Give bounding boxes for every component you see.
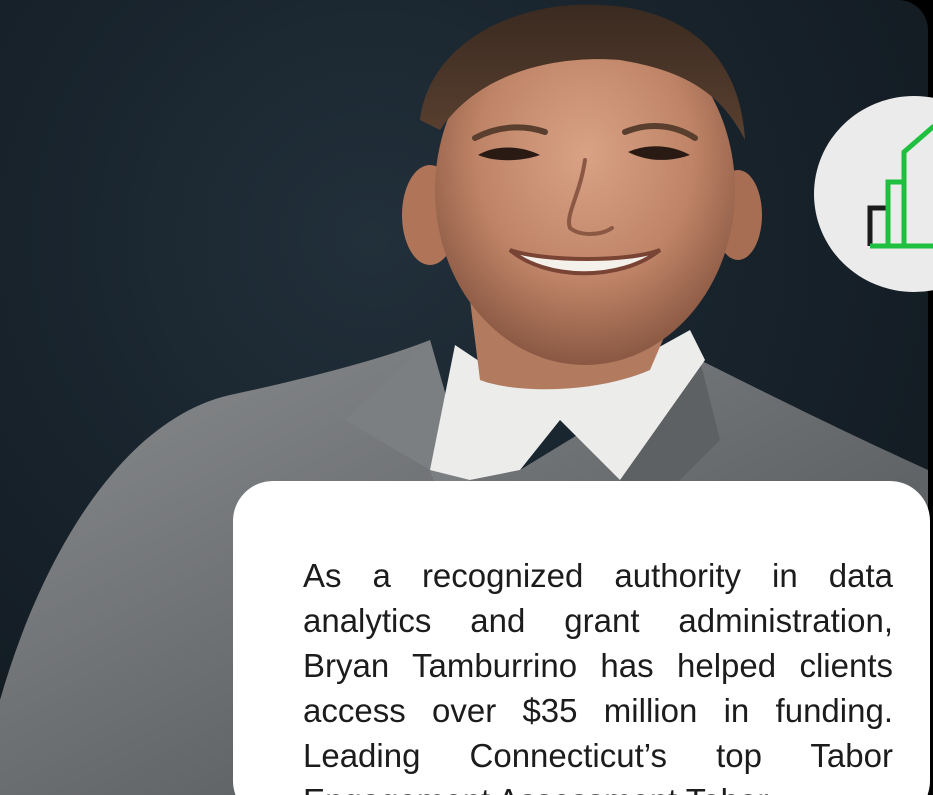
hero-section: As a recognized authority in data analyt… <box>0 0 933 795</box>
bar-building-logo-icon <box>867 124 933 249</box>
bio-text: As a recognized authority in data analyt… <box>303 557 893 795</box>
bio-card: As a recognized authority in data analyt… <box>233 481 930 795</box>
